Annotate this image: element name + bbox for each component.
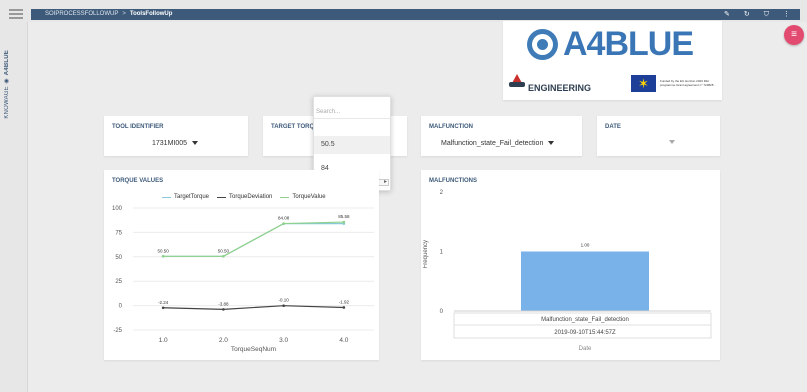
top-actions: ✎ ↻ ⛉ ⋮ [724, 9, 790, 20]
x-tick-label: 2.0 [219, 337, 228, 344]
data-label: 84.08 [278, 216, 290, 221]
x-tick-label: 1.0 [159, 337, 168, 344]
app-label: A4BLUE [4, 50, 10, 76]
select-value: 1731MI005 [152, 140, 188, 147]
y-tick-label: 75 [115, 230, 122, 236]
data-label: 50.50 [157, 248, 169, 253]
data-label: -3.88 [218, 301, 229, 306]
y-tick-label: -25 [113, 328, 122, 334]
more-vertical-icon[interactable]: ⋮ [783, 9, 790, 20]
data-point [282, 222, 285, 225]
filter-label: TARGET TORQU [271, 124, 319, 130]
filter-label: DATE [605, 124, 621, 130]
x-tick-label: 4.0 [339, 337, 348, 344]
torque-chart: 100 75 50 25 0 -25 1.0 2.0 3.0 4.0 TorqueSeqNum 50.… [112, 206, 374, 353]
a4blue-logo-icon [527, 29, 558, 60]
data-label: -0.10 [278, 298, 289, 303]
date-select[interactable] [664, 139, 675, 146]
tool-identifier-select[interactable]: 1731MI005 [152, 140, 199, 147]
y-tick-label: 100 [112, 206, 123, 212]
engineering-logo-icon [509, 74, 525, 90]
filter-icon[interactable]: ⛉ [764, 9, 769, 20]
left-rail: KNOWAGE ◉ A4BLUE [0, 22, 28, 392]
bar [521, 251, 649, 311]
tool-identifier-filter: TOOL IDENTIFIER 1731MI005 [104, 116, 248, 156]
eu-funding-text: Funded by the EU Horizon 2020 R&I progra… [660, 79, 714, 87]
x-axis-label: TorqueSeqNum [231, 346, 276, 353]
y-tick-label: 2 [440, 190, 444, 196]
malfunction-filter: MALFUNCTION Malfunction_state_Fail_detec… [421, 116, 582, 156]
data-point [342, 306, 346, 309]
malfunctions-card: MALFUNCTIONS Frequency 2 1 0 1.00 Malfunctio… [421, 170, 720, 360]
y-tick-label: 0 [119, 304, 123, 310]
y-tick-label: 25 [115, 279, 122, 285]
malfunctions-chart: 2 1 0 1.00 Malfunction_state_Fail_detection 2… [440, 190, 712, 352]
filter-label: TOOL IDENTIFIER [112, 124, 164, 130]
vertical-app-label: KNOWAGE ◉ A4BLUE [4, 50, 10, 119]
scroll-right-icon[interactable]: ▸ [384, 179, 387, 186]
select-value: Malfunction_state_Fail_detection [441, 140, 544, 147]
menu-fab-button[interactable]: ≡ [784, 25, 804, 45]
chevron-down-icon [669, 140, 675, 145]
breadcrumb: SOIPROCESSFOLLOWUP > ToolsFollowUp [45, 9, 172, 20]
hamburger-menu-icon[interactable] [9, 9, 23, 20]
x-axis-label: Date [579, 346, 592, 352]
data-point [161, 306, 165, 310]
data-label: -1.92 [339, 299, 350, 304]
edit-icon[interactable]: ✎ [724, 9, 730, 20]
dropdown-search-input[interactable]: Search... [314, 105, 390, 119]
data-label: 85.58 [338, 214, 350, 219]
bar-value-label: 1.00 [581, 243, 590, 248]
x-tick-label: 3.0 [279, 337, 288, 344]
torque-values-card: TORQUE VALUES TargetTorque TorqueDeviatio… [104, 170, 379, 360]
data-point [222, 308, 225, 311]
series-line [163, 221, 344, 257]
knowage-label: KNOWAGE [4, 86, 10, 119]
breadcrumb-separator: > [122, 11, 126, 17]
refresh-icon[interactable]: ↻ [744, 9, 750, 20]
data-label: 50.50 [218, 248, 230, 253]
brand-logo-text: A4BLUE [563, 25, 694, 63]
logo-card: A4BLUE ENGINEERING Funded by the EU Hori… [503, 21, 722, 100]
chevron-down-icon [548, 141, 555, 146]
sub-category-label: 2019-09-10T15:44:57Z [554, 330, 616, 336]
category-label: Malfunction_state_Fail_detection [541, 317, 629, 323]
filter-label: MALFUNCTION [429, 124, 473, 130]
dropdown-option[interactable]: 50.5 [314, 136, 390, 154]
data-point [342, 220, 346, 224]
chevron-down-icon [192, 141, 199, 146]
y-tick-label: 0 [440, 309, 444, 315]
breadcrumb-bar: SOIPROCESSFOLLOWUP > ToolsFollowUp ✎ ↻ ⛉ ⋮ [31, 9, 800, 20]
series-line [163, 305, 344, 310]
data-label: -2.24 [158, 300, 169, 305]
engineering-label: ENGINEERING [528, 83, 592, 93]
breadcrumb-current: ToolsFollowUp [129, 11, 173, 17]
y-tick-label: 50 [115, 255, 122, 261]
top-bar: SOIPROCESSFOLLOWUP > ToolsFollowUp ✎ ↻ ⛉ ⋮ [0, 0, 807, 22]
malfunction-select[interactable]: Malfunction_state_Fail_detection [441, 140, 555, 147]
date-filter: DATE [597, 116, 720, 156]
y-tick-label: 1 [440, 250, 444, 256]
breadcrumb-parent[interactable]: SOIPROCESSFOLLOWUP [45, 11, 118, 17]
data-point [282, 304, 285, 307]
data-point [161, 255, 165, 258]
data-point [222, 255, 225, 258]
eu-flag-icon [631, 75, 656, 92]
